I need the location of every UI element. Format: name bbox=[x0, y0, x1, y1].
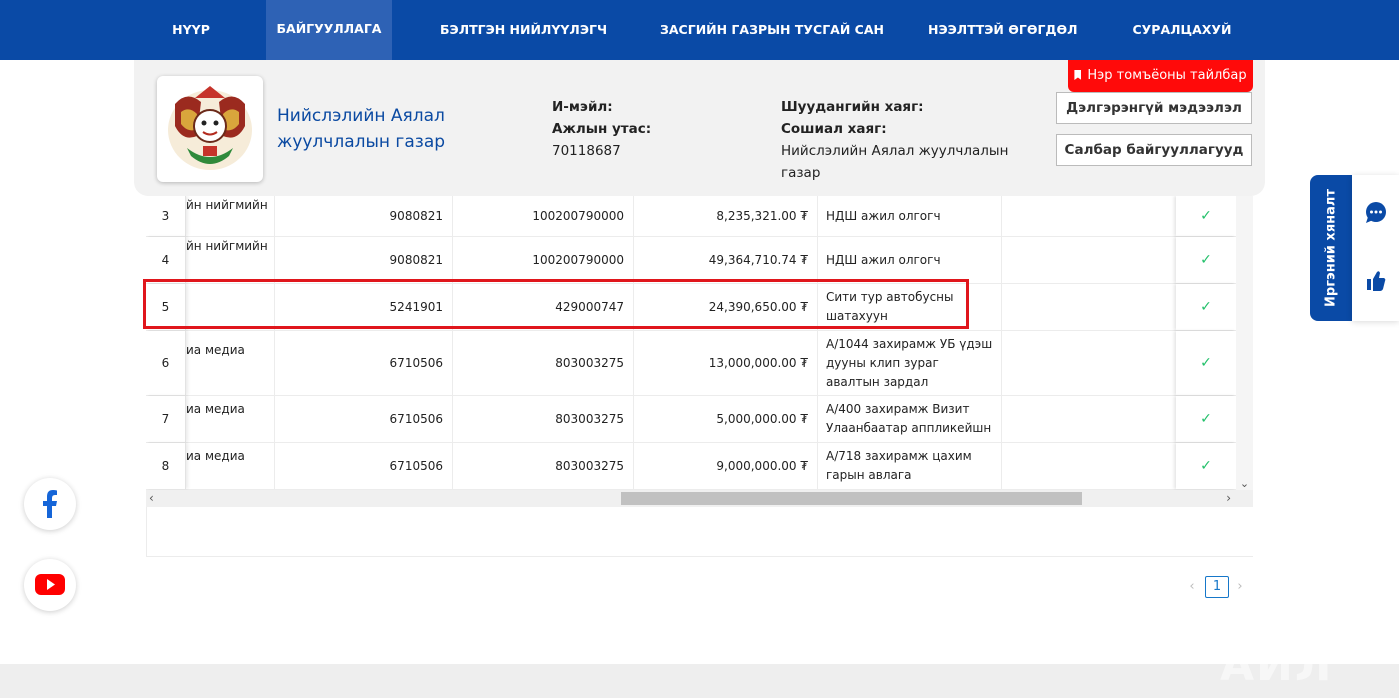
table-row: 8 иа медиа 6710506 803003275 9,000,000.0… bbox=[146, 443, 1236, 490]
nav-government-fund[interactable]: ЗАСГИЙН ГАЗРЫН ТУСГАЙ САН bbox=[660, 0, 884, 60]
youtube-button[interactable] bbox=[24, 559, 76, 611]
row-number: 8 bbox=[146, 443, 186, 489]
contact-block: И-мэйл: Ажлын утас: 70118687 bbox=[552, 96, 752, 162]
amount-cell: 13,000,000.00 ₮ bbox=[634, 331, 818, 395]
empty-cell bbox=[1002, 237, 1176, 283]
nav-organization[interactable]: БАЙГУУЛЛАГА bbox=[266, 0, 392, 62]
terminology-legend-button[interactable]: Нэр томъёоны тайлбар bbox=[1068, 60, 1253, 92]
nav-supplier[interactable]: БЭЛТГЭН НИЙЛҮҮЛЭГЧ bbox=[440, 0, 607, 60]
org-cell: иа медиа bbox=[186, 331, 275, 395]
empty-cell bbox=[1002, 331, 1176, 395]
amount-cell: 8,235,321.00 ₮ bbox=[634, 196, 818, 236]
footer bbox=[0, 664, 1399, 698]
social-label: Сошиал хаяг: bbox=[781, 121, 887, 137]
org-cell: иа медиа bbox=[186, 443, 275, 489]
org-cell: иа медиа bbox=[186, 396, 275, 442]
bookmark-icon bbox=[1074, 70, 1082, 80]
check-icon: ✓ bbox=[1176, 237, 1236, 283]
description-cell: НДШ ажил олгогч bbox=[818, 237, 1002, 283]
empty-cell bbox=[1002, 443, 1176, 489]
account-cell: 100200790000 bbox=[453, 196, 634, 236]
organization-name: Нийслэлийн Аялал жуулчлалын газар bbox=[277, 106, 446, 152]
terminology-legend-label: Нэр томъёоны тайлбар bbox=[1087, 68, 1247, 83]
address-label: Шуудангийн хаяг: bbox=[781, 99, 924, 115]
nav-open-data[interactable]: НЭЭЛТТЭЙ ӨГӨГДӨЛ bbox=[928, 0, 1078, 60]
register-cell: 9080821 bbox=[275, 237, 453, 283]
pagination-next[interactable]: › bbox=[1232, 576, 1248, 598]
phone-label: Ажлын утас: bbox=[552, 121, 652, 137]
description-cell: А/400 захирамж Визит Улаанбаатар апплике… bbox=[818, 396, 1002, 442]
row-number: 4 bbox=[146, 237, 186, 283]
register-cell: 6710506 bbox=[275, 396, 453, 442]
org-cell: йн нийгмийн bbox=[186, 196, 275, 236]
youtube-icon bbox=[35, 574, 65, 595]
address-block: Шуудангийн хаяг: Сошиал хаяг: Нийслэлийн… bbox=[781, 96, 1046, 184]
empty-cell bbox=[1002, 284, 1176, 330]
empty-cell bbox=[1002, 196, 1176, 236]
organization-logo bbox=[157, 76, 263, 182]
table-row: 3 йн нийгмийн 9080821 100200790000 8,235… bbox=[146, 196, 1236, 237]
row-number: 7 bbox=[146, 396, 186, 442]
vertical-scrollbar[interactable]: ⌄ bbox=[1236, 196, 1253, 490]
nav-learning[interactable]: СУРАЛЦАХУЙ bbox=[1128, 0, 1236, 60]
row-number: 3 bbox=[146, 196, 186, 236]
social-value: Нийслэлийн Аялал жуулчлалын газар bbox=[781, 143, 1009, 181]
row-highlight-box bbox=[143, 279, 969, 329]
register-cell: 6710506 bbox=[275, 443, 453, 489]
account-cell: 803003275 bbox=[453, 331, 634, 395]
check-icon: ✓ bbox=[1176, 331, 1236, 395]
empty-cell bbox=[1002, 396, 1176, 442]
register-cell: 6710506 bbox=[275, 331, 453, 395]
transactions-table: 3 йн нийгмийн 9080821 100200790000 8,235… bbox=[146, 196, 1253, 490]
chevron-left-icon[interactable]: ‹ bbox=[149, 490, 154, 507]
table-row: 4 йн нийгмийн 9080821 100200790000 49,36… bbox=[146, 237, 1236, 284]
amount-cell: 49,364,710.74 ₮ bbox=[634, 237, 818, 283]
chevron-down-icon[interactable]: ⌄ bbox=[1236, 477, 1253, 490]
pagination-page[interactable]: 1 bbox=[1205, 576, 1229, 598]
details-button[interactable]: Дэлгэрэнгүй мэдээлэл bbox=[1056, 92, 1252, 124]
watermark-logo: АЙЛ bbox=[1220, 640, 1334, 691]
phone-value: 70118687 bbox=[552, 143, 621, 159]
table-footer bbox=[146, 507, 1253, 557]
check-icon: ✓ bbox=[1176, 443, 1236, 489]
scrollbar-thumb[interactable] bbox=[621, 492, 1082, 505]
branches-button[interactable]: Салбар байгууллагууд bbox=[1056, 134, 1252, 166]
chat-icon[interactable] bbox=[1366, 202, 1386, 223]
chevron-right-icon[interactable]: › bbox=[1226, 490, 1231, 507]
row-number: 6 bbox=[146, 331, 186, 395]
check-icon: ✓ bbox=[1176, 284, 1236, 330]
table-row: 7 иа медиа 6710506 803003275 5,000,000.0… bbox=[146, 396, 1236, 443]
description-cell: НДШ ажил олгогч bbox=[818, 196, 1002, 236]
citizen-feedback-label: Иргэний хяналт bbox=[1323, 189, 1339, 307]
account-cell: 803003275 bbox=[453, 396, 634, 442]
email-label: И-мэйл: bbox=[552, 99, 613, 115]
account-cell: 803003275 bbox=[453, 443, 634, 489]
top-navigation: НҮҮР БАЙГУУЛЛАГА БЭЛТГЭН НИЙЛҮҮЛЭГЧ ЗАСГ… bbox=[0, 0, 1399, 62]
pagination-prev[interactable]: ‹ bbox=[1184, 576, 1200, 598]
facebook-icon bbox=[43, 490, 57, 518]
description-cell: А/718 захирамж цахим гарын авлага bbox=[818, 443, 1002, 489]
citizen-feedback-tab[interactable]: Иргэний хяналт bbox=[1310, 175, 1352, 321]
thumbs-up-icon[interactable] bbox=[1367, 271, 1386, 291]
amount-cell: 5,000,000.00 ₮ bbox=[634, 396, 818, 442]
register-cell: 9080821 bbox=[275, 196, 453, 236]
table-row: 6 иа медиа 6710506 803003275 13,000,000.… bbox=[146, 331, 1236, 396]
check-icon: ✓ bbox=[1176, 396, 1236, 442]
feedback-actions bbox=[1352, 175, 1399, 321]
nav-home[interactable]: НҮҮР bbox=[160, 0, 222, 60]
org-cell: йн нийгмийн bbox=[186, 237, 275, 283]
check-icon: ✓ bbox=[1176, 196, 1236, 236]
account-cell: 100200790000 bbox=[453, 237, 634, 283]
emblem-icon bbox=[168, 86, 252, 170]
horizontal-scrollbar[interactable]: ‹ › bbox=[146, 490, 1253, 507]
description-cell: А/1044 захирамж УБ үдэш дууны клип зураг… bbox=[818, 331, 1002, 395]
facebook-button[interactable] bbox=[24, 478, 76, 530]
amount-cell: 9,000,000.00 ₮ bbox=[634, 443, 818, 489]
